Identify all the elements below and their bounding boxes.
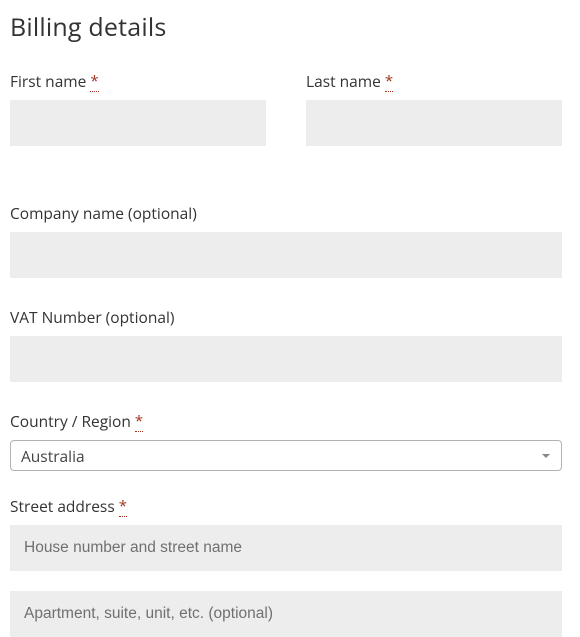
last-name-label: Last name * xyxy=(306,70,562,92)
company-input[interactable] xyxy=(10,232,562,278)
required-mark-icon: * xyxy=(90,71,98,92)
first-name-label: First name * xyxy=(10,70,266,92)
vat-field: VAT Number (optional) xyxy=(10,306,570,382)
street-address-line1-input[interactable] xyxy=(10,525,562,571)
country-select-value: Australia xyxy=(21,445,85,467)
street-label: Street address * xyxy=(10,495,570,517)
first-name-input[interactable] xyxy=(10,100,266,146)
street-address-line2-input[interactable] xyxy=(10,591,562,637)
last-name-input[interactable] xyxy=(306,100,562,146)
last-name-label-text: Last name xyxy=(306,70,385,92)
company-field: Company name (optional) xyxy=(10,202,570,278)
first-name-field: First name * xyxy=(10,70,266,146)
company-label: Company name (optional) xyxy=(10,202,570,224)
vat-label: VAT Number (optional) xyxy=(10,306,570,328)
street-field: Street address * xyxy=(10,495,570,637)
required-mark-icon: * xyxy=(119,496,127,517)
vat-input[interactable] xyxy=(10,336,562,382)
country-field: Country / Region * Australia xyxy=(10,410,570,471)
required-mark-icon: * xyxy=(135,411,143,432)
country-select[interactable]: Australia xyxy=(10,440,562,471)
country-label-text: Country / Region xyxy=(10,410,135,432)
last-name-field: Last name * xyxy=(306,70,562,146)
page-title: Billing details xyxy=(10,10,570,44)
chevron-down-icon xyxy=(537,447,555,465)
street-label-text: Street address xyxy=(10,495,119,517)
first-name-label-text: First name xyxy=(10,70,90,92)
country-label: Country / Region * xyxy=(10,410,570,432)
required-mark-icon: * xyxy=(385,71,393,92)
